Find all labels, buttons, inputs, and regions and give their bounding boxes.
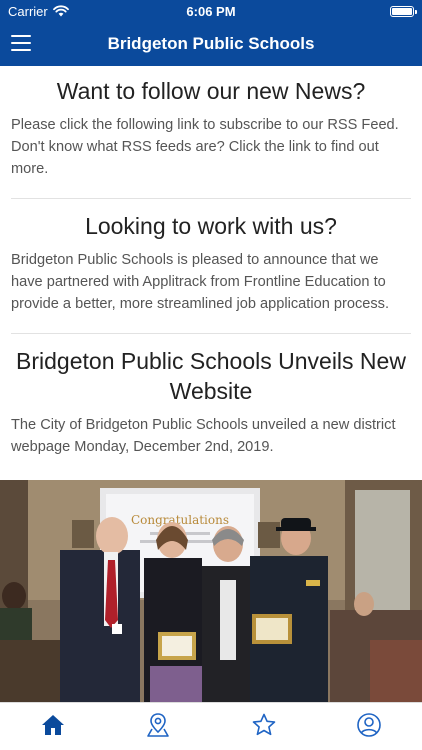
status-bar: Carrier 6:06 PM	[0, 0, 422, 22]
news-photo[interactable]: Congratulations	[0, 480, 422, 702]
news-item[interactable]: Want to follow our new News? Please clic…	[11, 66, 411, 180]
news-item-title[interactable]: Bridgeton Public Schools Unveils New Web…	[11, 346, 411, 406]
menu-icon-line	[11, 35, 31, 37]
tab-locations[interactable]	[128, 705, 188, 745]
news-item-title[interactable]: Looking to work with us?	[11, 211, 411, 241]
news-item-title[interactable]: Want to follow our new News?	[11, 76, 411, 106]
menu-icon-line	[11, 42, 31, 44]
tab-bar	[0, 702, 422, 750]
status-left: Carrier	[8, 4, 69, 19]
menu-icon-line	[11, 49, 31, 51]
news-item-body: Bridgeton Public Schools is pleased to a…	[11, 252, 390, 312]
battery-icon	[390, 5, 417, 17]
home-icon	[41, 714, 64, 735]
nav-bar: Bridgeton Public Schools	[0, 22, 422, 66]
map-pin-icon	[147, 712, 170, 737]
divider	[11, 198, 411, 199]
star-icon	[252, 713, 276, 735]
wifi-icon	[52, 5, 69, 17]
news-item[interactable]: Looking to work with us? Bridgeton Publi…	[11, 201, 411, 315]
tab-favorites[interactable]	[234, 705, 294, 745]
news-feed: Want to follow our new News? Please clic…	[0, 66, 422, 480]
news-item[interactable]: Bridgeton Public Schools Unveils New Web…	[11, 336, 411, 458]
user-icon	[357, 712, 382, 737]
tab-profile[interactable]	[339, 705, 399, 745]
nav-title: Bridgeton Public Schools	[107, 34, 315, 53]
divider	[11, 333, 411, 334]
carrier-label: Carrier	[8, 3, 48, 19]
menu-button[interactable]	[11, 35, 31, 51]
news-item-body: Please click the following link to subsc…	[11, 117, 399, 177]
news-photo-illustration: Congratulations	[0, 480, 422, 702]
tab-home[interactable]	[23, 705, 83, 745]
news-item-body: The City of Bridgeton Public Schools unv…	[11, 417, 396, 455]
